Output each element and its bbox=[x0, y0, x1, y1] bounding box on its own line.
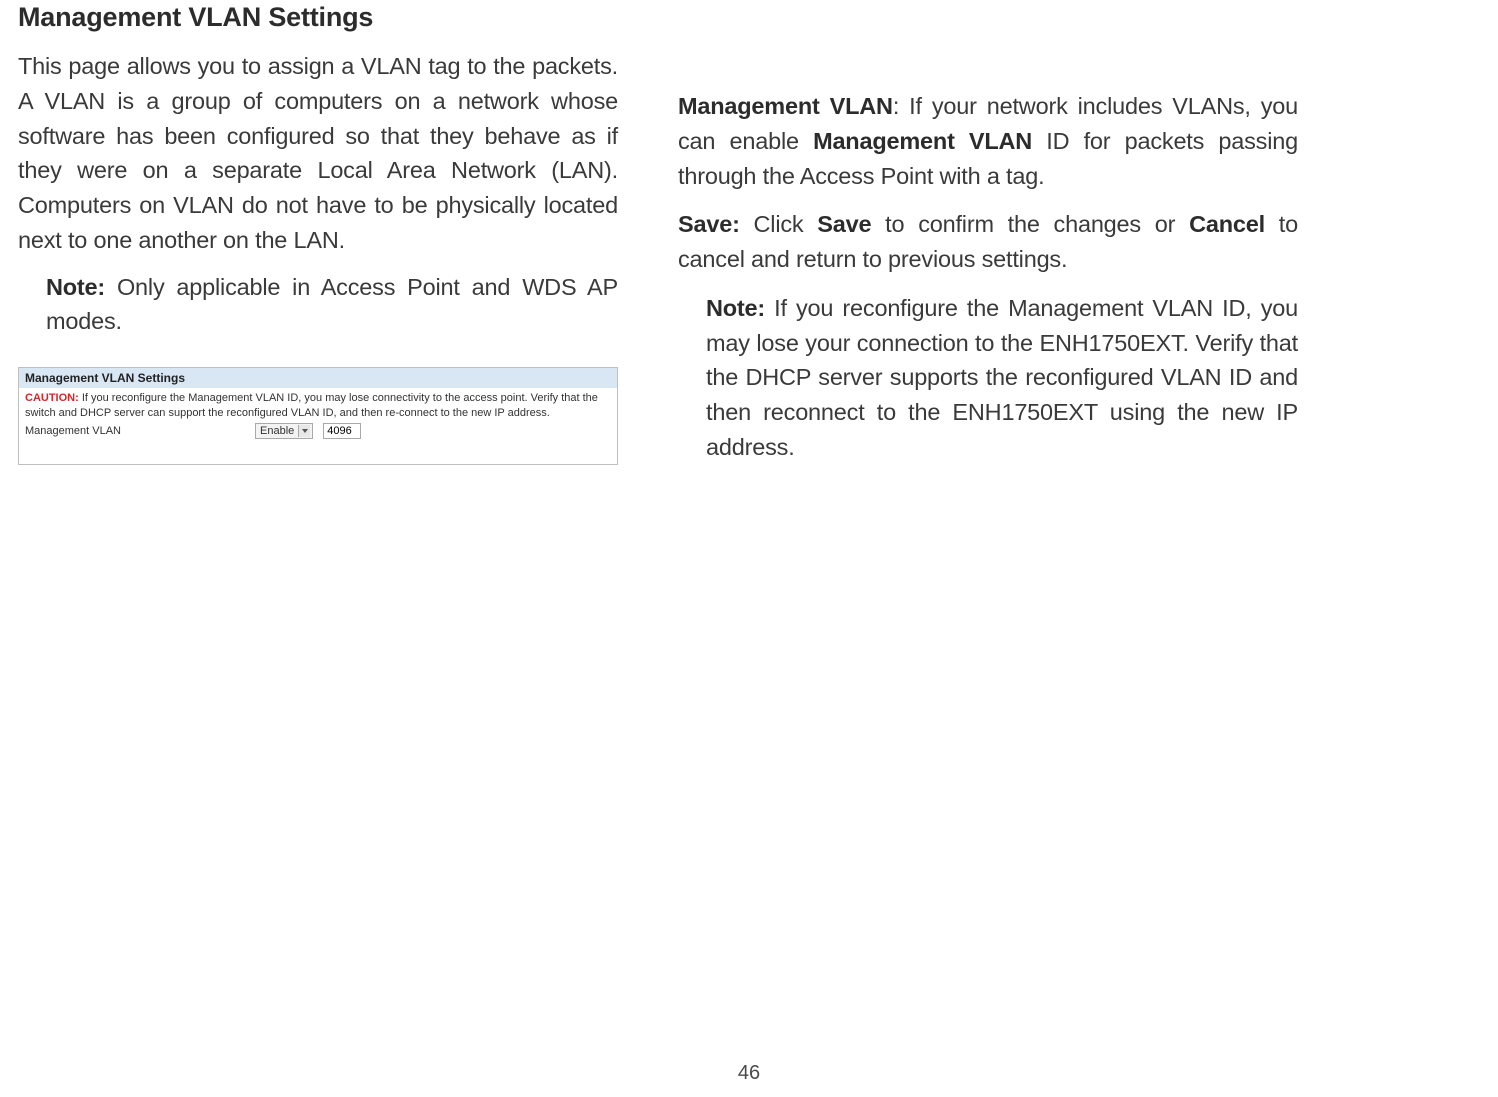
save-text-b: to confirm the changes or bbox=[871, 211, 1189, 237]
note-paragraph-right: Note: If you reconfigure the Management … bbox=[706, 291, 1298, 465]
page-title: Management VLAN Settings bbox=[18, 0, 1480, 33]
mv-bold-mid: Management VLAN bbox=[813, 128, 1032, 154]
save-label: Save: bbox=[678, 211, 740, 237]
chevron-down-icon bbox=[298, 425, 310, 437]
management-vlan-select[interactable]: Enable bbox=[255, 423, 313, 439]
page-container: Management VLAN Settings This page allow… bbox=[0, 0, 1498, 1097]
left-column: This page allows you to assign a VLAN ta… bbox=[18, 49, 618, 465]
intro-paragraph: This page allows you to assign a VLAN ta… bbox=[18, 49, 618, 258]
management-vlan-id-input[interactable] bbox=[323, 423, 361, 439]
save-text-a: Click bbox=[740, 211, 818, 237]
save-paragraph: Save: Click Save to confirm the changes … bbox=[678, 207, 1298, 277]
management-vlan-label: Management VLAN bbox=[25, 425, 245, 437]
note-text-right: If you reconfigure the Management VLAN I… bbox=[706, 295, 1298, 460]
note-block-left: Note: Only applicable in Access Point an… bbox=[18, 270, 618, 340]
right-column: Management VLAN: If your network include… bbox=[678, 49, 1298, 465]
note-paragraph-left: Note: Only applicable in Access Point an… bbox=[46, 270, 618, 340]
management-vlan-row: Management VLAN Enable bbox=[19, 421, 617, 441]
two-column-layout: This page allows you to assign a VLAN ta… bbox=[18, 49, 1480, 465]
panel-header: Management VLAN Settings bbox=[19, 368, 617, 388]
caution-text: If you reconfigure the Management VLAN I… bbox=[25, 392, 598, 419]
note-text-left: Only applicable in Access Point and WDS … bbox=[46, 274, 618, 335]
note-label-left: Note: bbox=[46, 274, 105, 300]
page-number: 46 bbox=[0, 1062, 1498, 1085]
note-block-right: Note: If you reconfigure the Management … bbox=[678, 291, 1298, 465]
panel-caution: CAUTION: If you reconfigure the Manageme… bbox=[19, 388, 617, 421]
note-label-right: Note: bbox=[706, 295, 765, 321]
caution-label: CAUTION: bbox=[25, 392, 79, 404]
select-value: Enable bbox=[260, 425, 294, 437]
save-bold-save: Save bbox=[817, 211, 871, 237]
mv-label: Management VLAN bbox=[678, 93, 893, 119]
management-vlan-paragraph: Management VLAN: If your network include… bbox=[678, 89, 1298, 193]
save-bold-cancel: Cancel bbox=[1189, 211, 1265, 237]
vlan-settings-panel: Management VLAN Settings CAUTION: If you… bbox=[18, 367, 618, 465]
